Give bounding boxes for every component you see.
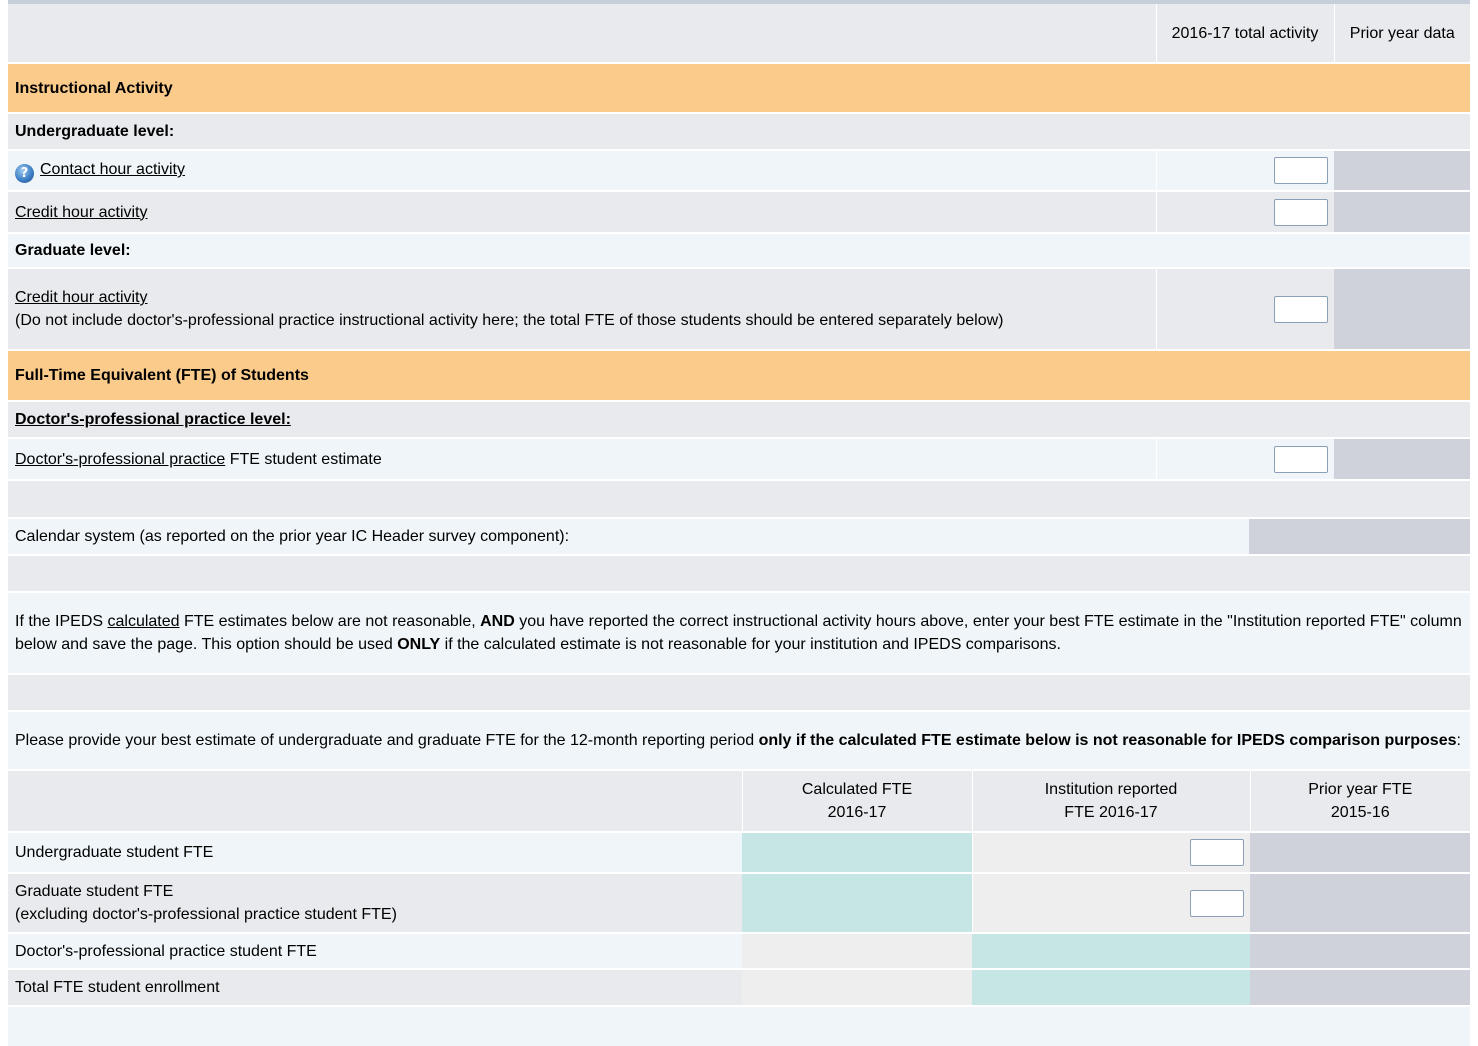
- subheading-grad: Graduate level:: [8, 233, 1470, 268]
- row-calendar: Calendar system (as reported on the prio…: [8, 518, 1470, 555]
- institution-cell: [971, 832, 1250, 873]
- info-table: Calendar system (as reported on the prio…: [8, 481, 1470, 771]
- calculated-cell: [742, 873, 972, 933]
- table-row: Doctor's-professional practice student F…: [8, 933, 1470, 969]
- row-grad-credit-hour: Credit hour activity (Do not include doc…: [8, 268, 1470, 350]
- grad-fte-input[interactable]: [1190, 889, 1244, 917]
- header-blank: [8, 4, 1156, 63]
- table-footer-row: [8, 1006, 1470, 1046]
- row-instructions-2: Please provide your best estimate of und…: [8, 711, 1470, 770]
- grad-credit-hour-link[interactable]: Credit hour activity: [15, 289, 148, 306]
- fte-header-row: Calculated FTE 2016-17 Institution report…: [8, 771, 1470, 832]
- instructions-paragraph-2: Please provide your best estimate of und…: [15, 732, 1461, 749]
- prior-fte-cell: [1250, 873, 1470, 933]
- doctor-estimate-suffix: FTE student estimate: [225, 450, 382, 468]
- row-label: Total FTE student enrollment: [15, 979, 220, 996]
- contact-hour-link[interactable]: Contact hour activity: [40, 161, 185, 178]
- ug-credit-hour-prior: [1334, 191, 1470, 233]
- col-header-prior-fte: Prior year FTE 2015-16: [1249, 771, 1470, 832]
- row-label: Graduate student FTE (excluding doctor's-…: [15, 883, 397, 923]
- grad-credit-hour-prior: [1334, 268, 1470, 350]
- institution-cell: [972, 969, 1250, 1006]
- spacer-row-3: [8, 674, 1470, 711]
- prior-fte-cell: [1250, 832, 1470, 873]
- ug-credit-hour-input[interactable]: [1274, 198, 1328, 226]
- calendar-label: Calendar system (as reported on the prio…: [15, 528, 570, 545]
- ug-credit-hour-cell: [1155, 191, 1334, 233]
- help-icon[interactable]: ?: [15, 164, 34, 183]
- instructions-paragraph-1: If the IPEDS calculated FTE estimates be…: [15, 613, 1462, 653]
- spacer-row-1: [8, 481, 1470, 518]
- calculated-cell: [742, 933, 972, 969]
- spacer-row-2: [8, 555, 1470, 592]
- contact-hour-cell: [1155, 150, 1334, 191]
- fte-table: Calculated FTE 2016-17 Institution report…: [8, 771, 1470, 1046]
- prior-fte-cell: [1250, 969, 1470, 1006]
- section-header-instructional: Instructional Activity: [8, 63, 1470, 113]
- section-title: Instructional Activity: [15, 79, 173, 97]
- row-contact-hour: ? Contact hour activity: [8, 150, 1470, 191]
- calendar-value: [1249, 518, 1470, 555]
- row-instructions-1: If the IPEDS calculated FTE estimates be…: [8, 592, 1470, 674]
- prior-fte-cell: [1250, 933, 1470, 969]
- col-header-calculated: Calculated FTE 2016-17: [741, 771, 972, 832]
- col-header-total: 2016-17 total activity: [1155, 4, 1334, 63]
- doctor-estimate-prior: [1334, 438, 1470, 480]
- col-header-institution: Institution reported FTE 2016-17: [971, 771, 1250, 832]
- subheading-undergrad: Undergraduate level:: [8, 113, 1470, 150]
- doctor-estimate-input[interactable]: [1274, 445, 1328, 473]
- row-label: Undergraduate student FTE: [15, 844, 214, 861]
- table-row: Undergraduate student FTE: [8, 832, 1470, 873]
- table-row: Graduate student FTE (excluding doctor's-…: [8, 873, 1470, 933]
- fte-section-title: Full-Time Equivalent (FTE) of Students: [15, 367, 309, 384]
- institution-cell: [971, 873, 1250, 933]
- grad-credit-hour-cell: [1155, 268, 1334, 350]
- col-header-prior: Prior year data: [1333, 4, 1470, 63]
- undergrad-heading: Undergraduate level:: [15, 123, 175, 140]
- row-label: Doctor's-professional practice student F…: [15, 942, 317, 960]
- grad-heading: Graduate level:: [15, 242, 131, 259]
- table-header-row: 2016-17 total activity Prior year data: [8, 4, 1470, 63]
- calculated-cell: [742, 832, 972, 873]
- doctor-practice-link[interactable]: Doctor's-professional practice: [15, 451, 225, 468]
- calculated-cell: [742, 969, 972, 1006]
- institution-cell: [972, 933, 1250, 969]
- activity-table: 2016-17 total activity Prior year data I…: [8, 4, 1470, 481]
- doctor-heading-link[interactable]: Doctor's-professional practice level:: [15, 411, 291, 428]
- contact-hour-prior: [1334, 150, 1470, 191]
- section-header-fte: Full-Time Equivalent (FTE) of Students: [8, 350, 1470, 401]
- row-ug-credit-hour: Credit hour activity: [8, 191, 1470, 233]
- table-row: Total FTE student enrollment: [8, 969, 1470, 1006]
- contact-hour-input[interactable]: [1274, 157, 1328, 184]
- grad-credit-hour-input[interactable]: [1274, 295, 1328, 323]
- ug-fte-input[interactable]: [1190, 839, 1244, 866]
- doctor-estimate-cell: [1155, 438, 1334, 480]
- subheading-doctor: Doctor's-professional practice level:: [8, 401, 1470, 438]
- calculated-link[interactable]: calculated: [107, 613, 179, 630]
- ug-credit-hour-link[interactable]: Credit hour activity: [15, 204, 148, 221]
- row-doctor-estimate: Doctor's-professional practice FTE stude…: [8, 438, 1470, 480]
- ipeds-form: 2016-17 total activity Prior year data I…: [8, 0, 1470, 1046]
- grad-note: (Do not include doctor's-professional pr…: [15, 312, 1004, 329]
